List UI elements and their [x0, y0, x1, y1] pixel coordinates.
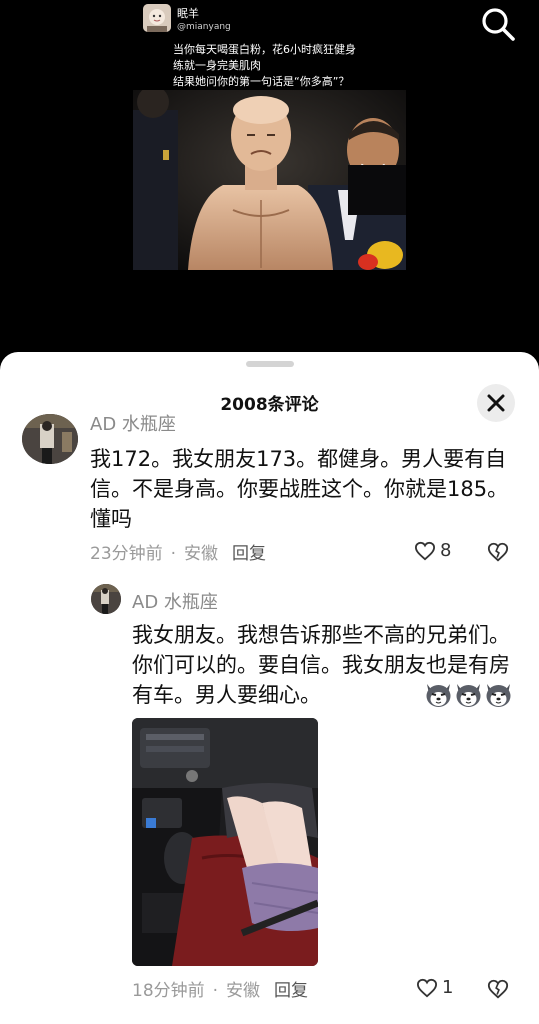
heart-icon: [414, 541, 436, 560]
video-caption: 当你每天喝蛋白粉，花6小时疯狂健身 练就一身完美肌肉 结果她问你的第一句话是“你…: [173, 42, 356, 90]
comment-sheet: 2008条评论 AD 水瓶座 我172。我女朋友173。都健身。男人要有自信。不…: [0, 352, 539, 1024]
video-player[interactable]: 眠羊 @mianyang 当你每天喝蛋白粉，花6小时疯狂健身 练就一身完美肌肉 …: [0, 0, 539, 370]
husky-dog-emoji: [486, 684, 511, 707]
fighter-photo: [133, 90, 406, 270]
search-icon: [482, 8, 515, 41]
comment-location: 安徽: [184, 544, 219, 564]
emoji-row: [424, 680, 513, 708]
video-frame-image: [133, 90, 406, 270]
heart-icon: [416, 978, 438, 997]
author-avatar[interactable]: [143, 4, 171, 32]
comment-attached-image[interactable]: [132, 718, 318, 966]
caption-line: 当你每天喝蛋白粉，花6小时疯狂健身: [173, 43, 356, 56]
like-button[interactable]: 8: [414, 540, 451, 561]
like-count: 1: [442, 977, 454, 998]
close-button[interactable]: [477, 384, 515, 422]
meta-separator: ·: [170, 544, 177, 564]
comment-count-title: 2008条评论: [220, 395, 319, 415]
close-icon: [487, 394, 505, 412]
broken-heart-icon: [487, 542, 509, 562]
commenter-name[interactable]: AD 水瓶座: [132, 588, 218, 614]
comment-location: 安徽: [226, 981, 261, 1001]
husky-dog-emoji: [456, 684, 481, 707]
car-interior-photo: [132, 718, 318, 966]
reply-commenter-avatar[interactable]: [91, 584, 121, 614]
sheet-drag-handle[interactable]: [246, 361, 294, 367]
caption-line: 练就一身完美肌肉: [173, 59, 261, 72]
comment-meta: 18分钟前 · 安徽 回复: [132, 976, 308, 1001]
commenter-avatar[interactable]: [22, 414, 78, 464]
avatar-face-icon: [143, 4, 171, 32]
dislike-button[interactable]: [487, 978, 509, 1000]
broken-heart-icon: [487, 979, 509, 999]
comment-time: 23分钟前: [90, 544, 163, 564]
author-name[interactable]: 眠羊: [177, 5, 199, 21]
comment-meta: 23分钟前 · 安徽 回复: [90, 539, 266, 564]
gym-photo-avatar: [91, 584, 121, 614]
husky-dog-emoji: [426, 684, 451, 707]
commenter-name[interactable]: AD 水瓶座: [90, 410, 176, 436]
reply-button[interactable]: 回复: [232, 544, 266, 564]
gym-photo-avatar: [22, 414, 78, 464]
meta-separator: ·: [212, 981, 219, 1001]
comment-text: 我172。我女朋友173。都健身。男人要有自信。不是身高。你要战胜这个。你就是1…: [90, 447, 509, 531]
like-button[interactable]: 1: [416, 977, 453, 998]
search-button[interactable]: [478, 4, 518, 44]
dislike-button[interactable]: [487, 541, 509, 563]
like-count: 8: [440, 540, 452, 561]
author-handle: @mianyang: [177, 22, 231, 32]
comment-time: 18分钟前: [132, 981, 205, 1001]
caption-line: 结果她问你的第一句话是“你多高”？: [173, 75, 350, 88]
reply-button[interactable]: 回复: [274, 981, 308, 1001]
